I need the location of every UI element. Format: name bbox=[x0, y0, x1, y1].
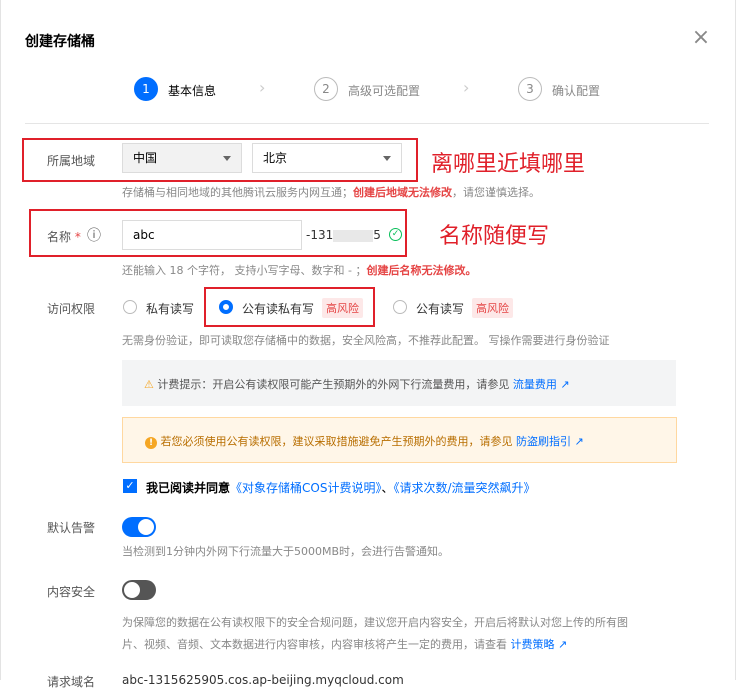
request-domain-value: abc-1315625905.cos.ap-beijing.myqcloud.c… bbox=[122, 673, 404, 687]
bucket-name-input[interactable]: abc bbox=[122, 220, 302, 250]
caret-down-icon bbox=[383, 156, 391, 161]
billing-doc-link[interactable]: 《对象存储桶COS计费说明》 bbox=[230, 481, 381, 495]
radio-private[interactable] bbox=[123, 300, 137, 314]
region-label: 所属地域 bbox=[47, 154, 96, 168]
step-1-label: 基本信息 bbox=[168, 84, 217, 98]
dialog-title: 创建存储桶 bbox=[25, 34, 95, 50]
radio-public-rw-label[interactable]: 公有读写 bbox=[416, 300, 464, 317]
anti-theft-notice-text: ! 若您必须使用公有读权限，建议采取措施避免产生预期外的费用，请参见 防盗刷指引… bbox=[145, 433, 584, 449]
content-security-label: 内容安全 bbox=[47, 585, 96, 599]
caret-down-icon bbox=[223, 156, 231, 161]
agree-checkbox[interactable]: ✓ bbox=[123, 479, 137, 493]
request-domain-label: 请求域名 bbox=[47, 675, 96, 689]
region-hint: 存储桶与相同地域的其他腾讯云服务内网互通；创建后地域无法修改，请您谨慎选择。 bbox=[122, 186, 540, 199]
step-1-number: 1 bbox=[134, 77, 158, 101]
info-icon[interactable]: ⓘ bbox=[87, 225, 101, 245]
agreement-text: 我已阅读并同意《对象存储桶COS计费说明》、《请求次数/流量突然飙升》 bbox=[146, 481, 536, 495]
traffic-spike-link[interactable]: 《请求次数/流量突然飙升》 bbox=[393, 481, 535, 495]
anti-theft-notice: ! 若您必须使用公有读权限，建议采取措施避免产生预期外的费用，请参见 防盗刷指引… bbox=[122, 417, 677, 463]
step-2-number: 2 bbox=[314, 77, 338, 101]
traffic-fee-link[interactable]: 流量费用 bbox=[513, 378, 557, 391]
bucket-name-suffix: -131 5 bbox=[306, 228, 381, 242]
chevron-right-icon: › bbox=[259, 78, 266, 97]
step-2-label: 高级可选配置 bbox=[348, 84, 421, 98]
alert-hint: 当检测到1分钟内外网下行流量大于5000MB时，会进行告警通知。 bbox=[122, 545, 450, 558]
close-icon[interactable]: × bbox=[691, 27, 711, 49]
external-link-icon: ↗ bbox=[558, 638, 568, 651]
alert-toggle[interactable] bbox=[122, 517, 156, 537]
divider bbox=[25, 123, 709, 124]
external-link-icon: ↗ bbox=[560, 378, 570, 391]
radio-public-rw[interactable] bbox=[393, 300, 407, 314]
region-area-select[interactable]: 中国 bbox=[122, 143, 242, 173]
name-annotation: 名称随便写 bbox=[439, 224, 550, 249]
valid-check-icon: ✓ bbox=[389, 228, 402, 241]
radio-private-label[interactable]: 私有读写 bbox=[146, 300, 194, 317]
region-city-value: 北京 bbox=[263, 151, 288, 165]
billing-notice-text: ⚠ 计费提示：开启公有读权限可能产生预期外的外网下行流量费用，请参见 流量费用 … bbox=[144, 378, 570, 391]
risk-badge: 高风险 bbox=[472, 298, 513, 318]
risk-badge: 高风险 bbox=[322, 298, 363, 318]
region-annotation: 离哪里近填哪里 bbox=[431, 152, 586, 177]
step-3-label: 确认配置 bbox=[552, 84, 601, 98]
access-hint: 无需身份验证，即可读取您存储桶中的数据，安全风险高，不推荐此配置。 写操作需要进… bbox=[122, 334, 610, 347]
chevron-right-icon: › bbox=[463, 78, 470, 97]
content-security-toggle[interactable] bbox=[122, 580, 156, 600]
external-link-icon: ↗ bbox=[574, 435, 584, 448]
warning-icon: ⚠ bbox=[144, 378, 154, 391]
step-3-number: 3 bbox=[518, 77, 542, 101]
anti-theft-link[interactable]: 防盗刷指引 bbox=[516, 435, 571, 448]
access-label: 访问权限 bbox=[47, 302, 96, 316]
region-city-select[interactable]: 北京 bbox=[252, 143, 402, 173]
exclamation-icon: ! bbox=[145, 437, 157, 449]
radio-public-read[interactable] bbox=[219, 300, 233, 314]
content-security-hint: 为保障您的数据在公有读权限下的安全合规问题，建议您开启内容安全，开启后将默认对您… bbox=[122, 616, 628, 651]
region-area-value: 中国 bbox=[133, 151, 158, 165]
alert-label: 默认告警 bbox=[47, 521, 96, 535]
name-label: 名称 * bbox=[47, 230, 81, 244]
radio-public-read-label[interactable]: 公有读私有写 bbox=[242, 300, 314, 317]
pricing-policy-link[interactable]: 计费策略 bbox=[511, 638, 555, 651]
create-bucket-dialog: 创建存储桶 × 1 基本信息 › 2 高级可选配置 › 3 确认配置 所属地域 … bbox=[0, 0, 736, 689]
name-hint: 还能输入 18 个字符， 支持小写字母、数字和 - ；创建后名称无法修改。 bbox=[122, 264, 477, 277]
billing-notice: ⚠ 计费提示：开启公有读权限可能产生预期外的外网下行流量费用，请参见 流量费用 … bbox=[122, 360, 676, 406]
